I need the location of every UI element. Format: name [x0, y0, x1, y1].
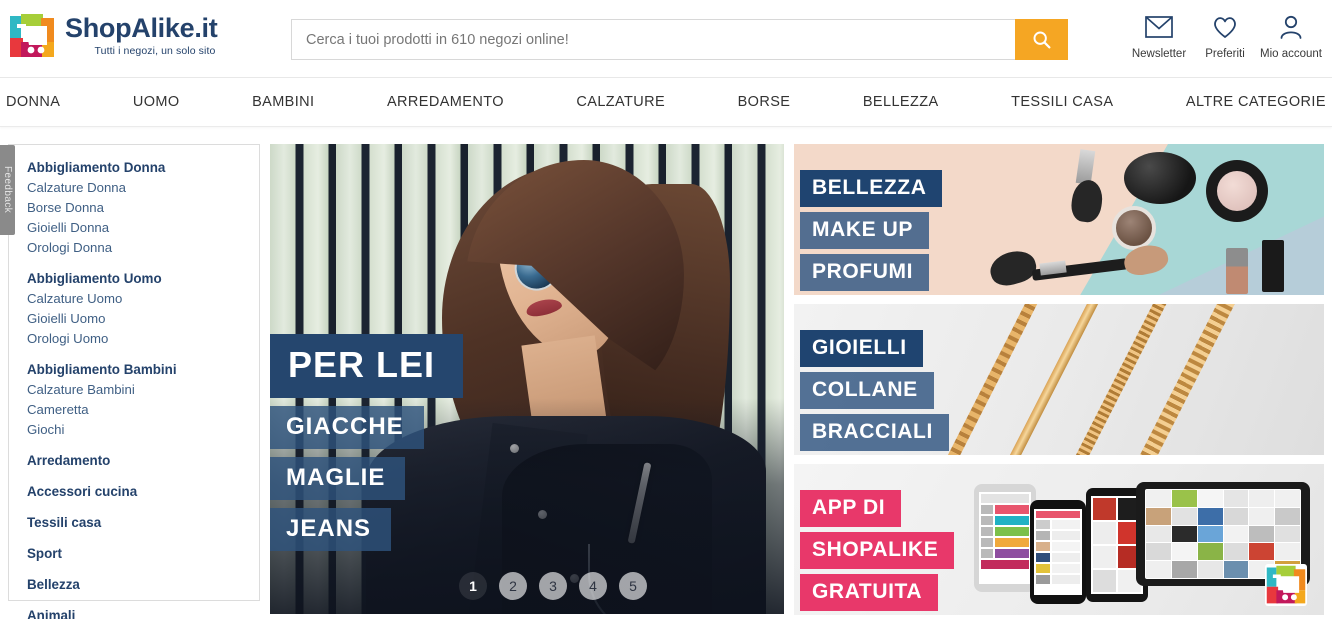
search-input[interactable]: [291, 19, 1015, 60]
promo-label-collane: COLLANE: [800, 372, 934, 409]
nav-item-borse[interactable]: BORSE: [738, 94, 791, 110]
sidebar-item-bellezza[interactable]: Bellezza: [27, 575, 259, 595]
promo-label-gratuita: GRATUITA: [800, 574, 939, 611]
sidebar-item-tessili-casa[interactable]: Tessili casa: [27, 513, 259, 533]
sidebar-item-gioielli-donna[interactable]: Gioielli Donna: [27, 218, 259, 238]
utility-item-newsletter[interactable]: Newsletter: [1126, 8, 1192, 60]
sidebar-item-sport[interactable]: Sport: [27, 544, 259, 564]
main-navigation: DONNA UOMO BAMBINI ARREDAMENTO CALZATURE…: [0, 78, 1332, 127]
utility-item-preferiti[interactable]: Preferiti: [1192, 8, 1258, 60]
user-icon: [1278, 12, 1304, 42]
nav-item-arredamento[interactable]: ARREDAMENTO: [387, 94, 504, 110]
category-group: Abbigliamento Uomo Calzature Uomo Gioiel…: [27, 269, 259, 349]
search-button[interactable]: [1015, 19, 1068, 60]
sidebar-item-gioielli-uomo[interactable]: Gioielli Uomo: [27, 309, 259, 329]
carousel-dot-4[interactable]: 4: [579, 572, 607, 600]
sidebar-item-calzature-donna[interactable]: Calzature Donna: [27, 178, 259, 198]
carousel-dot-3[interactable]: 3: [539, 572, 567, 600]
hero-sub-label-jeans: JEANS: [270, 508, 392, 551]
search-bar: [291, 19, 1068, 60]
promo-label-make-up: MAKE UP: [800, 212, 930, 249]
sidebar-item-arredamento[interactable]: Arredamento: [27, 451, 259, 471]
sidebar-item-abbigliamento-donna[interactable]: Abbigliamento Donna: [27, 158, 259, 178]
feedback-tab-label: Feedback: [2, 166, 13, 214]
category-group: Sport: [27, 544, 259, 564]
sidebar-item-cameretta[interactable]: Cameretta: [27, 400, 259, 420]
shopalike-app-logo-icon: [1265, 564, 1307, 606]
site-logo[interactable]: ShopAlike.it Tutti i negozi, un solo sit…: [8, 12, 218, 60]
page-content: Feedback Abbigliamento Donna Calzature D…: [0, 127, 1332, 619]
brand-name: ShopAlike.it: [65, 13, 218, 44]
nav-item-bellezza[interactable]: BELLEZZA: [863, 94, 939, 110]
feedback-tab[interactable]: Feedback: [0, 145, 15, 235]
utility-item-mio-account[interactable]: Mio account: [1258, 8, 1324, 60]
envelope-icon: [1145, 12, 1173, 42]
promo-labels-gioielli: GIOIELLI COLLANE BRACCIALI: [800, 330, 949, 455]
utility-nav: Newsletter Preferiti Mio account: [1126, 8, 1324, 60]
hero-sub-label-maglie: MAGLIE: [270, 457, 406, 500]
sidebar-item-orologi-uomo[interactable]: Orologi Uomo: [27, 329, 259, 349]
promo-labels-bellezza: BELLEZZA MAKE UP PROFUMI: [800, 170, 943, 295]
hero-main-label: PER LEI: [270, 334, 464, 398]
category-group: Arredamento: [27, 451, 259, 471]
category-group: Abbigliamento Donna Calzature Donna Bors…: [27, 158, 259, 258]
nav-item-tessili-casa[interactable]: TESSILI CASA: [1011, 94, 1113, 110]
nav-item-uomo[interactable]: UOMO: [133, 94, 180, 110]
category-group: Abbigliamento Bambini Calzature Bambini …: [27, 360, 259, 440]
carousel-pagination: 1 2 3 4 5: [459, 572, 647, 600]
promo-banner-app[interactable]: APP DI SHOPALIKE GRATUITA: [794, 464, 1324, 615]
utility-label-preferiti: Preferiti: [1205, 48, 1245, 60]
category-sidebar: Abbigliamento Donna Calzature Donna Bors…: [8, 144, 260, 619]
sidebar-item-orologi-donna[interactable]: Orologi Donna: [27, 238, 259, 258]
shopping-cart-logo-icon: [8, 12, 56, 60]
sidebar-item-abbigliamento-bambini[interactable]: Abbigliamento Bambini: [27, 360, 259, 380]
promo-banner-bellezza[interactable]: BELLEZZA MAKE UP PROFUMI: [794, 144, 1324, 295]
promo-banner-gioielli[interactable]: GIOIELLI COLLANE BRACCIALI: [794, 304, 1324, 455]
nav-item-bambini[interactable]: BAMBINI: [252, 94, 314, 110]
carousel-dot-1[interactable]: 1: [459, 572, 487, 600]
hero-labels: PER LEI GIACCHE MAGLIE JEANS: [270, 334, 464, 559]
site-header: ShopAlike.it Tutti i negozi, un solo sit…: [0, 0, 1332, 78]
utility-label-newsletter: Newsletter: [1131, 48, 1187, 60]
nav-item-altre-categorie[interactable]: ALTRE CATEGORIE: [1186, 94, 1326, 110]
sidebar-item-giochi[interactable]: Giochi: [27, 420, 259, 440]
sidebar-item-calzature-uomo[interactable]: Calzature Uomo: [27, 289, 259, 309]
carousel-dot-2[interactable]: 2: [499, 572, 527, 600]
hero-sub-label-giacche: GIACCHE: [270, 406, 424, 449]
promo-label-app-di: APP DI: [800, 490, 902, 527]
promo-label-gioielli: GIOIELLI: [800, 330, 923, 367]
category-group: Bellezza: [27, 575, 259, 595]
promo-label-bellezza: BELLEZZA: [800, 170, 943, 207]
brand-tagline: Tutti i negozi, un solo sito: [94, 45, 216, 58]
utility-label-mio-account: Mio account: [1259, 48, 1322, 60]
category-group: Accessori cucina: [27, 482, 259, 502]
carousel-dot-5[interactable]: 5: [619, 572, 647, 600]
promo-labels-app: APP DI SHOPALIKE GRATUITA: [800, 490, 955, 615]
sidebar-item-animali[interactable]: Animali: [27, 606, 259, 619]
heart-icon: [1212, 12, 1238, 42]
promo-label-bracciali: BRACCIALI: [800, 414, 949, 451]
nav-item-donna[interactable]: DONNA: [6, 94, 60, 110]
nav-item-calzature[interactable]: CALZATURE: [576, 94, 665, 110]
sidebar-item-borse-donna[interactable]: Borse Donna: [27, 198, 259, 218]
sidebar-item-calzature-bambini[interactable]: Calzature Bambini: [27, 380, 259, 400]
promo-label-shopalike: SHOPALIKE: [800, 532, 955, 569]
category-group: Animali: [27, 606, 259, 619]
sidebar-item-accessori-cucina[interactable]: Accessori cucina: [27, 482, 259, 502]
category-group: Tessili casa: [27, 513, 259, 533]
promo-banners: BELLEZZA MAKE UP PROFUMI GIOIELLI COLLAN…: [794, 144, 1324, 619]
sidebar-item-abbigliamento-uomo[interactable]: Abbigliamento Uomo: [27, 269, 259, 289]
promo-label-profumi: PROFUMI: [800, 254, 930, 291]
search-icon: [1033, 31, 1051, 49]
hero-carousel[interactable]: PER LEI GIACCHE MAGLIE JEANS 1 2 3 4 5: [270, 144, 784, 614]
